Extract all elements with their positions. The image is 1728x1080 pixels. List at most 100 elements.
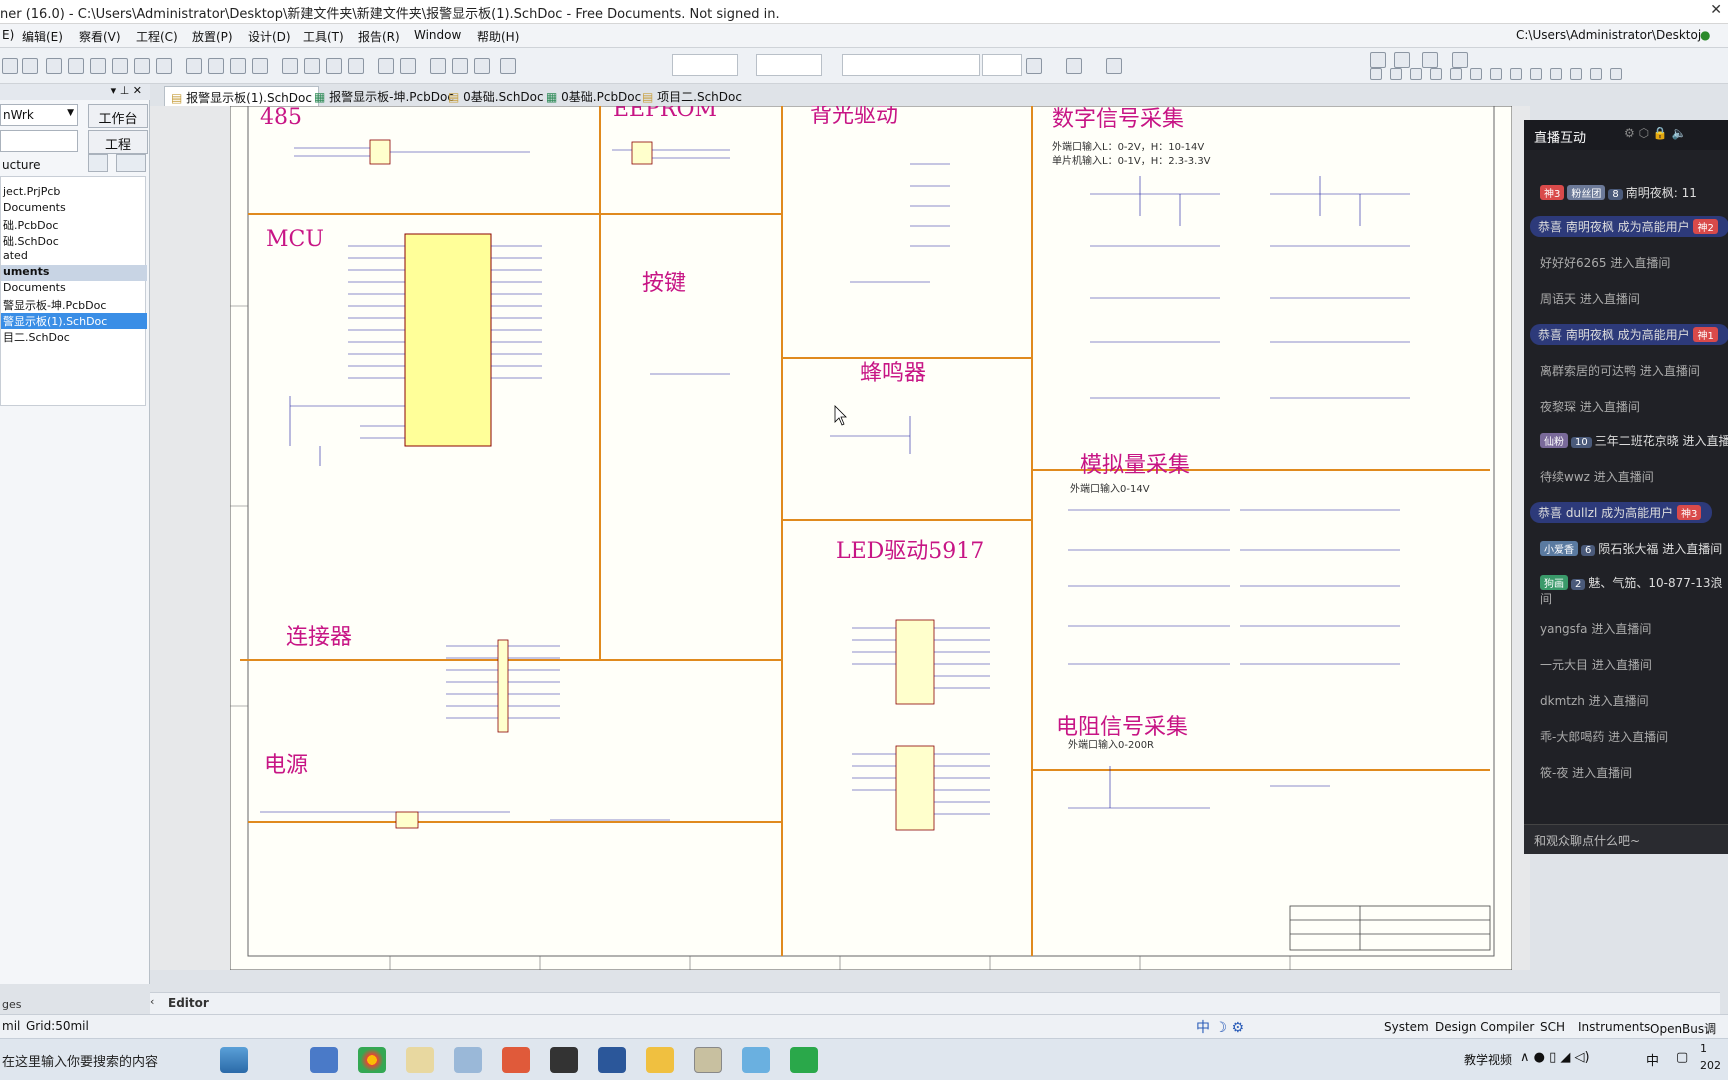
sheet-symbol-icon[interactable] bbox=[1530, 68, 1542, 80]
tree-item-selected[interactable]: 警显示板(1).SchDoc bbox=[1, 313, 147, 329]
copy-icon[interactable] bbox=[208, 58, 224, 74]
options-icon[interactable] bbox=[116, 154, 146, 172]
project-button[interactable]: 工程 bbox=[88, 130, 148, 154]
tree-item[interactable]: 目二.SchDoc bbox=[1, 329, 147, 345]
tree-item[interactable]: 础.SchDoc bbox=[1, 233, 147, 249]
notification-icon[interactable]: ▢ bbox=[1676, 1050, 1688, 1065]
panel-close-icon[interactable]: ▾ ⊥ ✕ bbox=[111, 84, 142, 97]
tree-item[interactable]: uments bbox=[1, 265, 147, 281]
clear-filter-icon[interactable] bbox=[348, 58, 364, 74]
zoom-select-icon[interactable] bbox=[156, 58, 172, 74]
port-icon[interactable] bbox=[1590, 68, 1602, 80]
panel-design-compiler[interactable]: Design Compiler bbox=[1435, 1020, 1534, 1034]
no-erc-icon[interactable] bbox=[1610, 68, 1622, 80]
zoom-icon[interactable] bbox=[22, 58, 38, 74]
cross-probe-icon[interactable] bbox=[326, 58, 342, 74]
menu-help[interactable]: 帮助(H) bbox=[477, 28, 519, 45]
zoom-area-icon[interactable] bbox=[134, 58, 150, 74]
menu-edit[interactable]: 编辑(E) bbox=[22, 28, 63, 45]
altium-active-icon[interactable] bbox=[694, 1047, 722, 1073]
wire-icon[interactable] bbox=[1370, 68, 1382, 80]
chat-input[interactable]: 和观众聊点什么吧~ bbox=[1524, 824, 1728, 854]
led-driver-chip-2[interactable] bbox=[895, 745, 935, 831]
x-app-icon[interactable] bbox=[550, 1047, 578, 1073]
menu-project[interactable]: 工程(C) bbox=[136, 28, 178, 45]
mcu-chip[interactable] bbox=[404, 233, 492, 447]
schematic-sheet[interactable]: 485 EEPROM 背光驱动 数字信号采集 外端口输入L：0-2V，H：10-… bbox=[230, 106, 1512, 970]
bus-entry-icon[interactable] bbox=[1410, 68, 1422, 80]
menu-design[interactable]: 设计(D) bbox=[248, 28, 291, 45]
menu-tools[interactable]: 工具(T) bbox=[303, 28, 344, 45]
power-port-icon[interactable] bbox=[1394, 52, 1410, 68]
device-sheet-icon[interactable] bbox=[1570, 68, 1582, 80]
undo-icon[interactable] bbox=[378, 58, 394, 74]
net-label-icon[interactable] bbox=[1450, 68, 1462, 80]
tree-item[interactable]: Documents bbox=[1, 281, 147, 297]
media-icon[interactable] bbox=[502, 1047, 530, 1073]
rubber-stamp-icon[interactable] bbox=[252, 58, 268, 74]
menu-place[interactable]: 放置(P) bbox=[192, 28, 233, 45]
tab-basic-pcbdoc[interactable]: ▦ 0基础.PcbDoc bbox=[540, 86, 647, 106]
menu-window[interactable]: Window bbox=[414, 28, 461, 42]
altium-icon[interactable] bbox=[406, 1047, 434, 1073]
menu-reports[interactable]: 报告(R) bbox=[358, 28, 400, 45]
scroll-left-icon[interactable]: ‹ bbox=[150, 995, 154, 1008]
signal-harness-icon[interactable] bbox=[1430, 68, 1442, 80]
sheet-entry-icon[interactable] bbox=[1550, 68, 1562, 80]
power-regulator[interactable] bbox=[395, 811, 419, 829]
align-icon[interactable] bbox=[1026, 58, 1042, 74]
tree-item[interactable]: 警显示板-坤.PcbDoc bbox=[1, 297, 147, 313]
board-icon[interactable] bbox=[68, 58, 84, 74]
wire-tool-icon[interactable] bbox=[1370, 52, 1386, 68]
menu-view[interactable]: 察看(V) bbox=[79, 28, 121, 45]
word-icon[interactable] bbox=[598, 1047, 626, 1073]
folder-icon[interactable] bbox=[646, 1047, 674, 1073]
combo-4[interactable] bbox=[982, 54, 1022, 76]
workspace-select[interactable]: nWrk ▼ bbox=[0, 104, 78, 126]
sheet-icon[interactable] bbox=[452, 58, 468, 74]
menu-file[interactable]: E) bbox=[2, 28, 14, 42]
panel-instruments[interactable]: Instruments bbox=[1578, 1020, 1650, 1034]
wechat-icon[interactable] bbox=[790, 1047, 818, 1073]
eeprom-chip[interactable] bbox=[631, 141, 653, 165]
save-icon[interactable] bbox=[90, 58, 106, 74]
tree-item[interactable]: ject.PrjPcb bbox=[1, 185, 147, 201]
gnd-port-icon[interactable] bbox=[1470, 68, 1482, 80]
calculator-icon[interactable] bbox=[310, 1047, 338, 1073]
tree-item[interactable]: 础.PcbDoc bbox=[1, 217, 147, 233]
compile-icon[interactable] bbox=[500, 58, 516, 74]
bus-icon[interactable] bbox=[1390, 68, 1402, 80]
editor-tab[interactable]: Editor bbox=[168, 996, 209, 1010]
taskbar-search[interactable]: 在这里输入你要搜索的内容 bbox=[2, 1051, 158, 1070]
component-icon[interactable] bbox=[46, 58, 62, 74]
tab-project2-schdoc[interactable]: ▤ 项目二.SchDoc bbox=[636, 86, 748, 106]
combo-1[interactable] bbox=[672, 54, 738, 76]
tab-alarm-schdoc[interactable]: ▤ 报警显示板(1).SchDoc bbox=[164, 86, 319, 106]
ime-indicator[interactable]: 中 bbox=[1646, 1050, 1659, 1069]
tray-icons[interactable]: ∧ ● ▯ ◢ ◁) bbox=[1520, 1050, 1590, 1065]
ground-icon[interactable] bbox=[1422, 52, 1438, 68]
refresh-icon[interactable] bbox=[88, 154, 108, 172]
led-driver-chip-1[interactable] bbox=[895, 619, 935, 705]
grid-icon[interactable] bbox=[1452, 52, 1468, 68]
arrange-icon[interactable] bbox=[1106, 58, 1122, 74]
select-icon[interactable] bbox=[282, 58, 298, 74]
tree-item[interactable]: Documents bbox=[1, 201, 147, 217]
ime-tools-icon[interactable]: 中 ☽ ⚙ bbox=[1196, 1017, 1244, 1037]
tree-item[interactable]: ated bbox=[1, 249, 147, 265]
app-icon[interactable] bbox=[454, 1047, 482, 1073]
chrome-icon[interactable] bbox=[358, 1047, 386, 1073]
connector-part[interactable] bbox=[497, 639, 509, 733]
print-icon[interactable] bbox=[2, 58, 18, 74]
live-tools-icon[interactable]: ⚙ ⬡ 🔒 🔈 bbox=[1624, 126, 1687, 140]
part-icon[interactable] bbox=[1510, 68, 1522, 80]
photo-icon[interactable] bbox=[742, 1047, 770, 1073]
combo-3[interactable] bbox=[842, 54, 980, 76]
tab-basic-schdoc[interactable]: ▤ 0基础.SchDoc bbox=[442, 86, 550, 106]
tray-label[interactable]: 教学视频 bbox=[1464, 1051, 1512, 1068]
hierarchy-icon[interactable] bbox=[430, 58, 446, 74]
rs485-chip[interactable] bbox=[369, 139, 391, 165]
panel-sch[interactable]: SCH bbox=[1540, 1020, 1565, 1034]
close-icon[interactable]: ✕ bbox=[1710, 2, 1722, 18]
paste-icon[interactable] bbox=[230, 58, 246, 74]
